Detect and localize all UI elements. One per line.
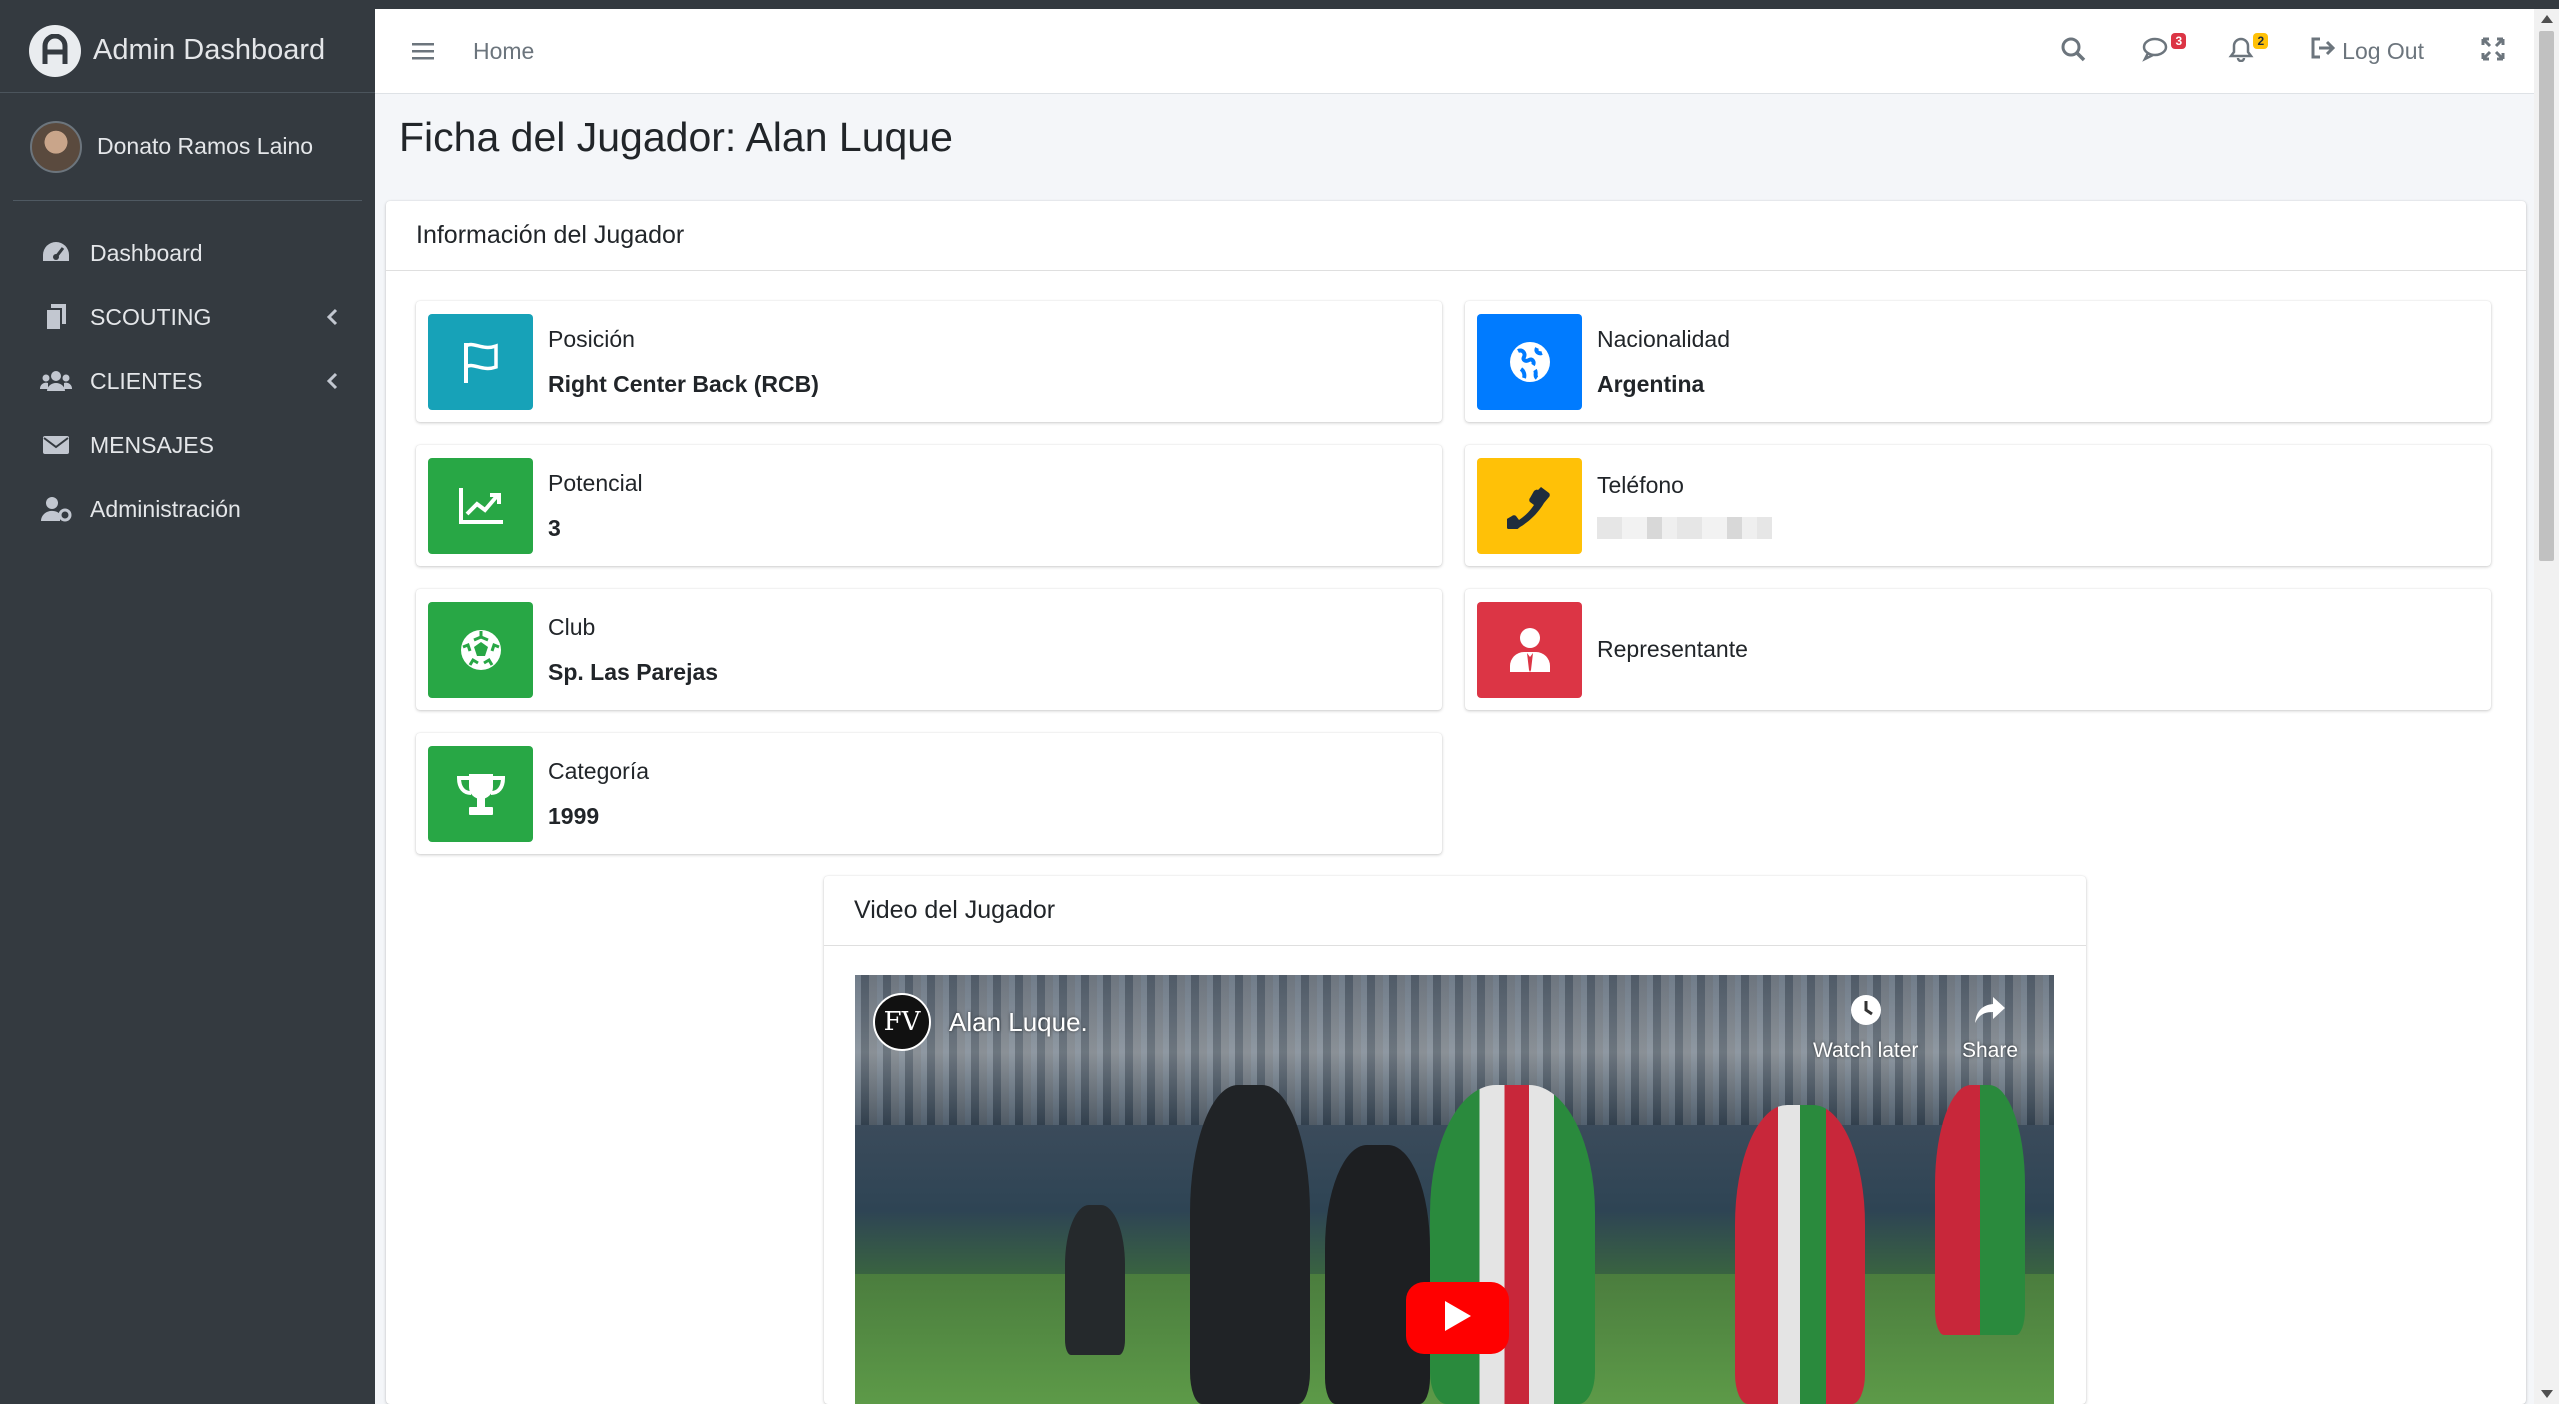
- trophy-icon: [428, 745, 533, 842]
- comments-icon: [2142, 36, 2172, 67]
- futbol-icon: [428, 601, 533, 698]
- youtube-video-player[interactable]: FV Alan Luque. Watch later Share: [855, 975, 2054, 1404]
- video-thumbnail-player: [1065, 1205, 1125, 1355]
- messages-button[interactable]: 3: [2114, 9, 2200, 93]
- sidebar-item-mensajes[interactable]: MENSAJES: [0, 413, 375, 477]
- sidebar-item-label: SCOUTING: [90, 303, 212, 330]
- scroll-thumb[interactable]: [2539, 31, 2554, 561]
- watch-later-button[interactable]: Watch later: [1813, 993, 1918, 1063]
- sidebar-item-label: Administración: [90, 495, 241, 522]
- search-button[interactable]: [2032, 9, 2114, 93]
- home-link[interactable]: Home: [473, 38, 534, 65]
- potencial-label: Potencial: [548, 469, 643, 496]
- video-title[interactable]: Alan Luque.: [949, 1007, 1088, 1038]
- club-value: Sp. Las Parejas: [548, 658, 719, 685]
- chevron-left-icon: [325, 306, 339, 328]
- club-label: Club: [548, 613, 596, 640]
- play-icon: [1443, 1299, 1473, 1338]
- scroll-up-arrow-icon[interactable]: [2541, 15, 2553, 23]
- page-scrollbar[interactable]: [2534, 9, 2559, 1404]
- sidebar-item-label: MENSAJES: [90, 431, 214, 458]
- representante-label: Representante: [1597, 636, 1748, 662]
- copy-icon: [40, 301, 72, 333]
- video-thumbnail-player: [1325, 1145, 1430, 1404]
- sidebar-item-label: CLIENTES: [90, 367, 203, 394]
- scroll-down-arrow-icon[interactable]: [2541, 1390, 2553, 1398]
- sidebar: Admin Dashboard Donato Ramos Laino Dashb…: [0, 9, 375, 1404]
- info-box-posicion: Posición Right Center Back (RCB): [416, 301, 1442, 422]
- info-box-categoria: Categoría 1999: [416, 733, 1442, 854]
- sidebar-item-scouting[interactable]: SCOUTING: [0, 285, 375, 349]
- avatar: [30, 120, 82, 173]
- info-box-representante[interactable]: Representante: [1465, 589, 2491, 710]
- categoria-value: 1999: [548, 802, 600, 829]
- sign-out-icon: [2310, 36, 2336, 66]
- navbar-right: 3 2 Log Out: [2032, 9, 2534, 93]
- top-navbar: Home 3 2 Log Out: [375, 9, 2534, 94]
- user-panel[interactable]: Donato Ramos Laino: [13, 93, 362, 201]
- nacionalidad-value: Argentina: [1597, 370, 1705, 397]
- user-tie-icon: [1477, 601, 1582, 698]
- messages-badge: 3: [2171, 33, 2187, 49]
- sidebar-item-dashboard[interactable]: Dashboard: [0, 221, 375, 285]
- brand-logo-icon: [29, 24, 81, 77]
- watch-later-label: Watch later: [1813, 1039, 1919, 1062]
- user-name: Donato Ramos Laino: [97, 133, 314, 159]
- sidebar-item-clientes[interactable]: CLIENTES: [0, 349, 375, 413]
- bell-icon: [2228, 36, 2254, 67]
- video-thumbnail-player: [1430, 1085, 1595, 1404]
- expand-arrows-icon: [2480, 36, 2506, 67]
- share-button[interactable]: Share: [1962, 993, 2018, 1063]
- categoria-label: Categoría: [548, 757, 650, 784]
- share-label: Share: [1962, 1039, 2019, 1062]
- window-top-strip: [0, 0, 2559, 9]
- player-info-card-header: Información del Jugador: [386, 201, 2526, 271]
- phone-icon: [1477, 457, 1582, 554]
- tachometer-icon: [40, 237, 72, 269]
- chart-line-icon: [428, 457, 533, 554]
- chevron-left-icon: [325, 370, 339, 392]
- clock-icon: [1849, 993, 1883, 1039]
- nacionalidad-label: Nacionalidad: [1597, 325, 1730, 352]
- flag-icon: [428, 313, 533, 410]
- info-box-club: Club Sp. Las Parejas: [416, 589, 1442, 710]
- play-button[interactable]: [1406, 1282, 1509, 1354]
- potencial-value: 3: [548, 514, 561, 541]
- hamburger-menu-icon[interactable]: [409, 37, 437, 65]
- video-thumbnail-player: [1735, 1105, 1865, 1404]
- logout-label: Log Out: [2342, 37, 2424, 64]
- notifications-button[interactable]: 2: [2200, 9, 2282, 93]
- globe-icon: [1477, 313, 1582, 410]
- page-title: Ficha del Jugador: Alan Luque: [399, 114, 953, 160]
- info-box-nacionalidad: Nacionalidad Argentina: [1465, 301, 2491, 422]
- logout-button[interactable]: Log Out: [2282, 9, 2452, 93]
- users-icon: [40, 365, 72, 397]
- share-icon: [1973, 993, 2007, 1039]
- envelope-icon: [40, 429, 72, 461]
- posicion-value: Right Center Back (RCB): [548, 370, 819, 397]
- brand-link[interactable]: Admin Dashboard: [0, 9, 375, 93]
- video-thumbnail-player: [1935, 1085, 2025, 1335]
- sidebar-item-administracion[interactable]: Administración: [0, 477, 375, 541]
- telefono-label: Teléfono: [1597, 472, 1684, 498]
- telefono-value-redacted: [1597, 517, 1772, 539]
- sidebar-nav: Dashboard SCOUTING CLIENTES MENSAJES Adm…: [0, 201, 375, 541]
- sidebar-item-label: Dashboard: [90, 239, 203, 266]
- channel-avatar[interactable]: FV: [873, 993, 931, 1051]
- video-thumbnail-player: [1190, 1085, 1310, 1404]
- info-box-potencial: Potencial 3: [416, 445, 1442, 566]
- player-video-card: Video del Jugador FV Alan Luque. Watch l…: [824, 876, 2086, 1404]
- user-cog-icon: [40, 493, 72, 525]
- brand-title: Admin Dashboard: [93, 34, 326, 66]
- info-box-telefono: Teléfono: [1465, 445, 2491, 566]
- search-icon: [2060, 36, 2086, 67]
- notifications-badge: 2: [2253, 33, 2269, 49]
- posicion-label: Posición: [548, 325, 635, 352]
- player-video-card-header: Video del Jugador: [824, 876, 2086, 946]
- fullscreen-button[interactable]: [2452, 9, 2534, 93]
